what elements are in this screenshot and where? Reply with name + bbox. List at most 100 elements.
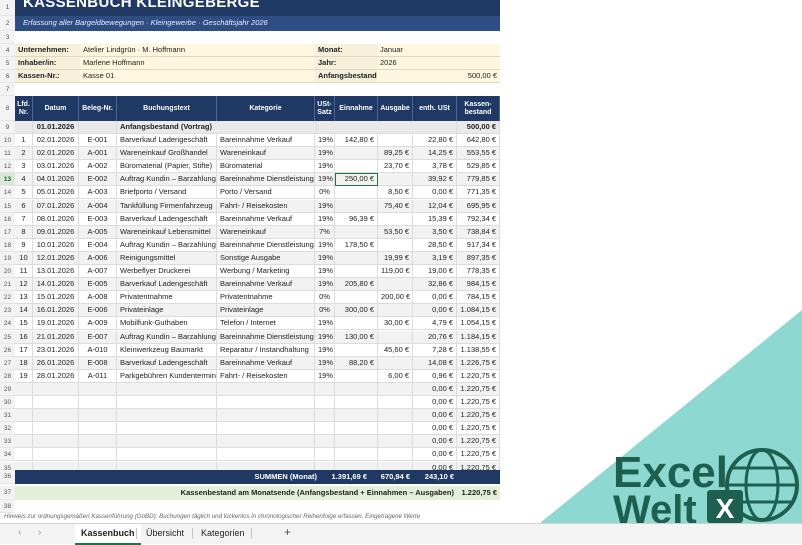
table-row[interactable]: 15 19.01.2026 A-009 Mobilfunk-Guthaben Telef…: [15, 317, 500, 331]
row-number[interactable]: 20: [0, 265, 15, 278]
table-cell[interactable]: 19%: [315, 147, 335, 161]
table-cell[interactable]: Barverkauf Ladengeschäft: [117, 212, 217, 226]
table-cell[interactable]: Tankfüllung Firmenfahrzeug: [117, 199, 217, 213]
table-cell[interactable]: 19%: [315, 369, 335, 383]
table-cell[interactable]: Auftrag Kundin – Barzahlung: [117, 173, 217, 187]
row-number[interactable]: 14: [0, 186, 15, 200]
table-cell[interactable]: [33, 382, 79, 396]
table-cell[interactable]: [315, 448, 335, 462]
table-cell[interactable]: 23,70 €: [378, 160, 413, 174]
table-cell[interactable]: Werbung / Marketing: [217, 265, 315, 278]
table-cell[interactable]: 19%: [315, 278, 335, 292]
table-cell[interactable]: 7: [15, 212, 33, 226]
table-cell[interactable]: Bareinnahme Dienstleistung: [217, 238, 315, 252]
table-cell[interactable]: [335, 186, 378, 200]
table-cell[interactable]: [335, 265, 378, 278]
table-cell[interactable]: [378, 409, 413, 423]
table-cell[interactable]: Bareinnahme Verkauf: [217, 356, 315, 370]
table-cell[interactable]: [117, 435, 217, 449]
table-cell[interactable]: 19%: [315, 343, 335, 357]
table-cell[interactable]: [217, 435, 315, 449]
row-number[interactable]: 31: [0, 409, 15, 423]
table-cell[interactable]: [378, 304, 413, 318]
table-cell[interactable]: 19%: [315, 212, 335, 226]
table-cell[interactable]: 3,19 €: [413, 251, 457, 265]
table-cell[interactable]: [217, 396, 315, 409]
table-cell[interactable]: [217, 409, 315, 423]
table-cell[interactable]: 1.220,75 €: [457, 435, 500, 449]
table-cell[interactable]: Bareinnahme Dienstleistung: [217, 173, 315, 187]
table-cell[interactable]: 08.01.2026: [33, 212, 79, 226]
table-cell[interactable]: [335, 160, 378, 174]
table-cell[interactable]: 19%: [315, 317, 335, 331]
table-cell[interactable]: Werbeflyer Druckerei: [117, 265, 217, 278]
table-cell[interactable]: 178,50 €: [335, 238, 378, 252]
table-cell[interactable]: 779,85 €: [457, 173, 500, 187]
table-cell[interactable]: 19%: [315, 251, 335, 265]
table-cell[interactable]: 22,80 €: [413, 134, 457, 147]
table-row[interactable]: 0,00 €1.220,75 €: [15, 409, 500, 423]
table-cell[interactable]: Mobilfunk-Guthaben: [117, 317, 217, 331]
table-cell[interactable]: [335, 382, 378, 396]
table-cell[interactable]: 7%: [315, 225, 335, 239]
table-cell[interactable]: 119,00 €: [378, 265, 413, 278]
table-cell[interactable]: [217, 448, 315, 462]
table-cell[interactable]: Privatentnahme: [117, 291, 217, 305]
row-number[interactable]: 1: [0, 0, 15, 16]
table-cell[interactable]: 2: [15, 147, 33, 161]
table-cell[interactable]: 39,92 €: [413, 173, 457, 187]
table-cell[interactable]: 19%: [315, 173, 335, 187]
table-cell[interactable]: Wareneinkauf Lebensmittel: [117, 225, 217, 239]
table-cell[interactable]: 02.01.2026: [33, 147, 79, 161]
row-number[interactable]: 19: [0, 251, 15, 265]
table-cell[interactable]: 26.01.2026: [33, 356, 79, 370]
table-cell[interactable]: Reinigungsmittel: [117, 251, 217, 265]
table-cell[interactable]: Parkgebühren Kundentermin: [117, 369, 217, 383]
row-number[interactable]: 32: [0, 422, 15, 436]
table-cell[interactable]: 1: [15, 134, 33, 147]
table-cell[interactable]: 6: [15, 199, 33, 213]
row-number[interactable]: 5: [0, 57, 15, 70]
table-cell[interactable]: Sonstige Ausgabe: [217, 251, 315, 265]
table-cell[interactable]: 1.220,75 €: [457, 382, 500, 396]
row-number[interactable]: 10: [0, 134, 15, 147]
table-cell[interactable]: A-006: [79, 251, 117, 265]
table-cell[interactable]: Bareinnahme Verkauf: [217, 278, 315, 292]
table-cell[interactable]: 23.01.2026: [33, 343, 79, 357]
value-kasse[interactable]: Kasse 01: [80, 70, 315, 83]
table-cell[interactable]: [378, 435, 413, 449]
table-cell[interactable]: 88,20 €: [335, 356, 378, 370]
table-cell[interactable]: 15: [15, 317, 33, 331]
row-number[interactable]: 36: [0, 470, 15, 484]
table-cell[interactable]: E-001: [79, 134, 117, 147]
table-row[interactable]: 13 15.01.2026 A-008 Privatentnahme Privatent…: [15, 291, 500, 305]
table-cell[interactable]: 05.01.2026: [33, 186, 79, 200]
table-cell[interactable]: E-005: [79, 278, 117, 292]
table-cell[interactable]: 96,39 €: [335, 212, 378, 226]
table-cell[interactable]: [15, 435, 33, 449]
table-cell[interactable]: [378, 422, 413, 436]
table-cell[interactable]: 03.01.2026: [33, 160, 79, 174]
table-cell[interactable]: 14,25 €: [413, 147, 457, 161]
row-number[interactable]: 9: [0, 121, 15, 134]
table-cell[interactable]: 32,86 €: [413, 278, 457, 292]
table-cell[interactable]: [315, 409, 335, 423]
table-cell[interactable]: 0%: [315, 291, 335, 305]
table-cell[interactable]: 13: [15, 291, 33, 305]
table-row[interactable]: 16 21.01.2026 E-007 Auftrag Kundin – Barzah…: [15, 330, 500, 344]
table-cell[interactable]: [335, 225, 378, 239]
table-cell[interactable]: [79, 422, 117, 436]
row-number[interactable]: 18: [0, 238, 15, 252]
table-cell[interactable]: 89,25 €: [378, 147, 413, 161]
table-cell[interactable]: 02.01.2026: [33, 134, 79, 147]
table-cell[interactable]: 53,50 €: [378, 225, 413, 239]
table-cell[interactable]: [378, 448, 413, 462]
table-cell[interactable]: 0,00 €: [413, 435, 457, 449]
table-cell[interactable]: 9: [15, 238, 33, 252]
table-cell[interactable]: Barverkauf Ladengeschäft: [117, 134, 217, 147]
table-cell[interactable]: Büromaterial: [217, 160, 315, 174]
table-cell[interactable]: 15.01.2026: [33, 291, 79, 305]
table-cell[interactable]: Bareinnahme Verkauf: [217, 134, 315, 147]
table-cell[interactable]: Barverkauf Ladengeschäft: [117, 356, 217, 370]
row-number[interactable]: 25: [0, 330, 15, 344]
